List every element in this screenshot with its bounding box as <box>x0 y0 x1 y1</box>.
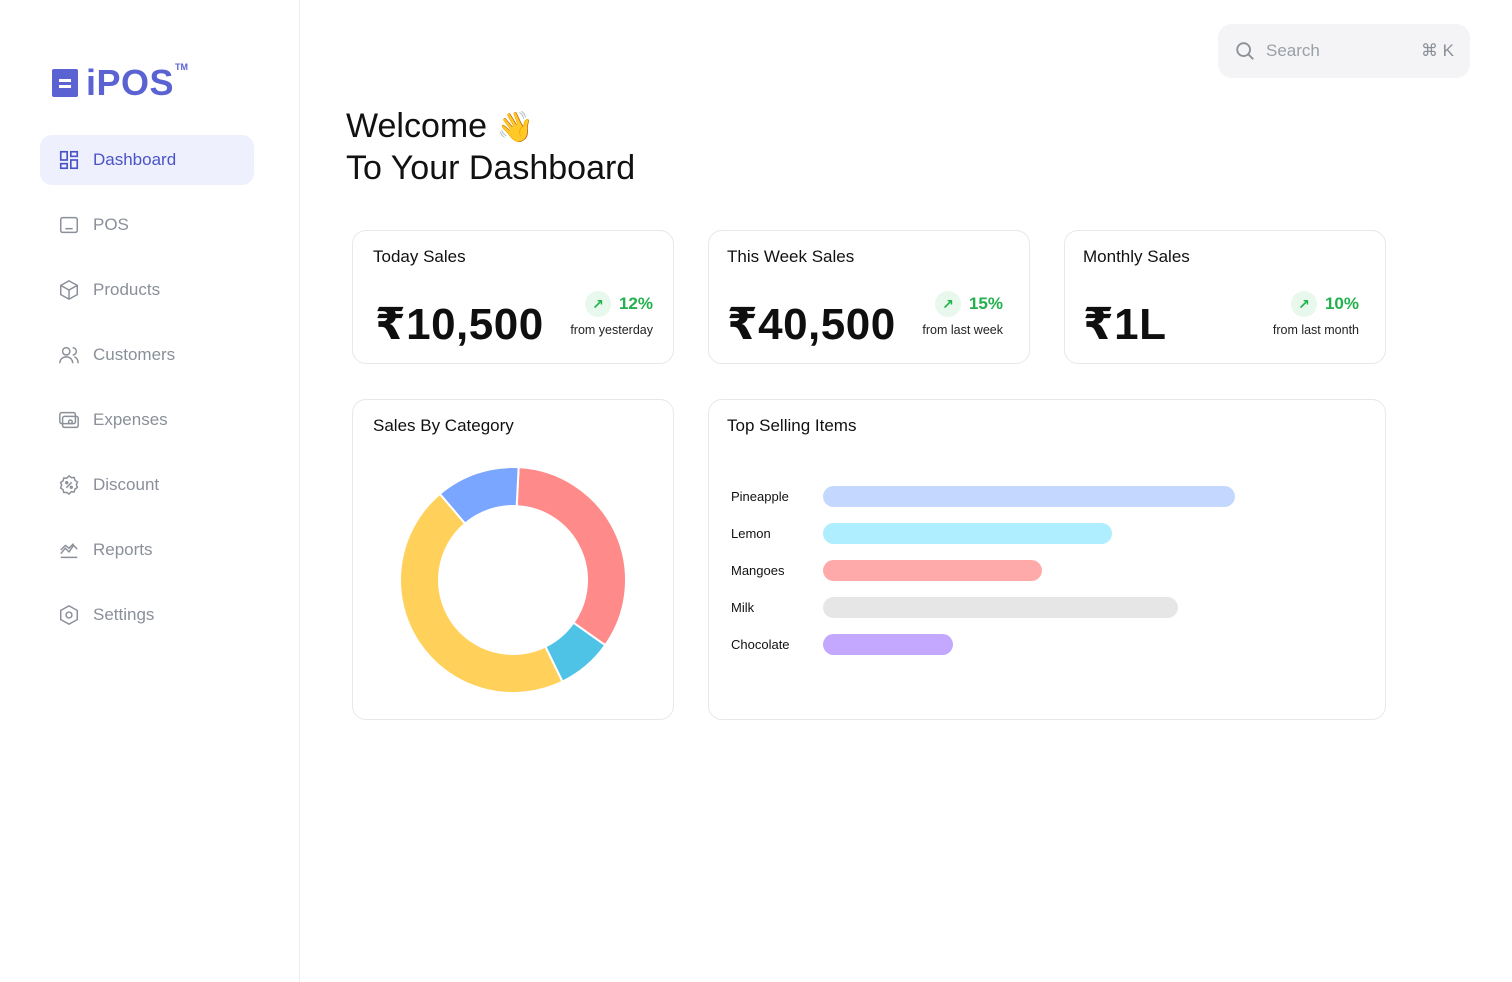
search-icon <box>1236 42 1254 60</box>
bar-label: Milk <box>731 600 755 615</box>
stat-value: ₹1L <box>1083 300 1167 349</box>
sidebar-item-pos[interactable]: POS <box>40 200 254 250</box>
donut-slice[interactable] <box>515 466 627 647</box>
bar-row: Pineapple <box>731 478 1331 515</box>
page-title: Welcome 👋 To Your Dashboard <box>346 106 635 188</box>
sidebar-item-label: Products <box>93 280 161 299</box>
box-icon <box>58 279 80 301</box>
bar-label: Lemon <box>731 526 771 541</box>
logo-mark-icon <box>52 69 78 97</box>
top-items-bar-chart: Pineapple Lemon Mangoes Milk Chocolate <box>731 478 1331 663</box>
card-title: Top Selling Items <box>727 416 857 435</box>
bar-label: Mangoes <box>731 563 785 578</box>
top-selling-items-card: Top Selling Items Pineapple Lemon Mangoes M… <box>708 399 1386 720</box>
sales-by-category-card: Sales By Category <box>352 399 674 720</box>
card-title: Sales By Category <box>373 416 514 435</box>
users-icon <box>58 344 80 366</box>
gear-hex-icon <box>58 604 80 626</box>
chart-line-icon <box>58 539 80 561</box>
arrow-up-right-icon: ↗ <box>584 291 611 317</box>
trend-percent: 12% <box>618 294 653 313</box>
donut-slice[interactable] <box>399 492 564 694</box>
sidebar-item-label: Dashboard <box>93 150 177 169</box>
trend-caption: from yesterday <box>570 323 653 337</box>
sidebar-item-label: Expenses <box>93 410 168 429</box>
bar[interactable] <box>823 486 1235 507</box>
arrow-up-right-icon: ↗ <box>934 291 961 317</box>
trend-caption: from last week <box>922 323 1003 337</box>
sidebar-item-discount[interactable]: Discount <box>40 460 254 510</box>
brand-name: iPOS <box>86 62 175 103</box>
sidebar-item-expenses[interactable]: Expenses <box>40 395 254 445</box>
sidebar-item-reports[interactable]: Reports <box>40 525 254 575</box>
sidebar-item-customers[interactable]: Customers <box>40 330 254 380</box>
trademark-label: TM <box>175 62 189 72</box>
sidebar-item-label: Discount <box>93 475 160 494</box>
bar[interactable] <box>823 560 1042 581</box>
stat-card-today: Today Sales ₹10,500 ↗ 12% from yesterday <box>352 230 674 364</box>
stat-title: Monthly Sales <box>1083 247 1190 266</box>
bar[interactable] <box>823 523 1112 544</box>
trend-caption: from last month <box>1272 323 1359 337</box>
bar[interactable] <box>823 634 953 655</box>
sidebar-nav: Dashboard POS Products Customers Expense… <box>40 135 254 655</box>
search-input[interactable] <box>1266 41 1406 61</box>
welcome-line-2: To Your Dashboard <box>346 149 636 187</box>
stat-card-week: This Week Sales ₹40,500 ↗ 15% from last … <box>708 230 1030 364</box>
dashboard-grid-icon <box>58 149 80 171</box>
stat-title: Today Sales <box>373 247 466 266</box>
bar-label: Chocolate <box>731 637 790 652</box>
bar-label: Pineapple <box>731 489 789 504</box>
stat-trend: ↗ 10% from last month <box>1273 291 1359 337</box>
stat-card-monthly: Monthly Sales ₹1L ↗ 10% from last month <box>1064 230 1386 364</box>
trend-percent: 10% <box>1324 294 1359 313</box>
trend-percent: 15% <box>968 294 1003 313</box>
monitor-icon <box>58 214 80 236</box>
category-donut-chart <box>399 466 627 694</box>
bar[interactable] <box>823 597 1178 618</box>
bar-row: Lemon <box>731 515 1331 552</box>
bar-row: Milk <box>731 589 1331 626</box>
discount-badge-icon <box>58 474 80 496</box>
arrow-up-right-icon: ↗ <box>1290 291 1317 317</box>
bar-row: Chocolate <box>731 626 1331 663</box>
bar-row: Mangoes <box>731 552 1331 589</box>
waving-hand-icon: 👋 <box>496 111 534 144</box>
brand-logo[interactable]: iPOS TM <box>52 62 188 104</box>
sidebar-item-settings[interactable]: Settings <box>40 590 254 640</box>
stat-trend: ↗ 12% from yesterday <box>570 291 653 337</box>
sidebar-item-label: POS <box>93 215 129 234</box>
welcome-line-1: Welcome <box>346 107 488 145</box>
sidebar-item-label: Settings <box>93 605 155 624</box>
search-bar[interactable]: ⌘ K <box>1218 24 1470 78</box>
sidebar: iPOS TM Dashboard POS Products Customers… <box>0 0 300 982</box>
sidebar-item-label: Reports <box>93 540 153 559</box>
sidebar-item-dashboard[interactable]: Dashboard <box>40 135 254 185</box>
stat-value: ₹10,500 <box>375 300 544 349</box>
sidebar-item-products[interactable]: Products <box>40 265 254 315</box>
stat-trend: ↗ 15% from last week <box>922 291 1003 337</box>
sidebar-item-label: Customers <box>93 345 176 364</box>
stat-value: ₹40,500 <box>727 300 896 349</box>
search-shortcut-hint: ⌘ K <box>1420 41 1454 60</box>
stat-title: This Week Sales <box>727 247 855 266</box>
wallet-icon <box>58 409 80 431</box>
